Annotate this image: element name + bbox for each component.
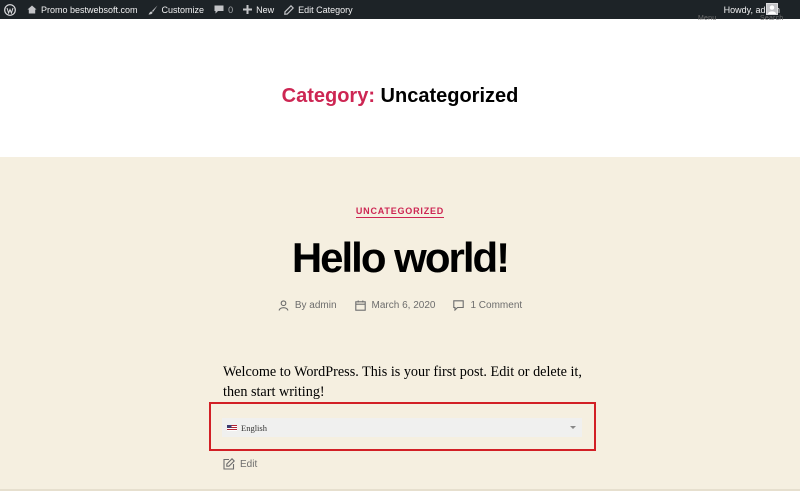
- post-meta: By admin March 6, 2020 1 Comment: [0, 300, 800, 311]
- person-icon: [278, 300, 289, 311]
- post-author[interactable]: By admin: [278, 300, 337, 311]
- avatar-icon[interactable]: [766, 3, 778, 15]
- site-name-label: Promo bestwebsoft.com: [41, 4, 138, 15]
- comments-count: 0: [228, 4, 234, 15]
- post-content: Welcome to WordPress. This is your first…: [223, 364, 582, 400]
- edit-post-link[interactable]: Edit: [223, 458, 257, 470]
- post-comments[interactable]: 1 Comment: [453, 300, 522, 311]
- new-label: New: [256, 4, 275, 15]
- post-author-label: By admin: [294, 300, 337, 311]
- comment-icon: [453, 300, 465, 311]
- comments-link[interactable]: 0: [209, 0, 238, 19]
- archive-title-text: Uncategorized: [380, 85, 519, 107]
- us-flag-icon: [227, 424, 237, 431]
- post-title[interactable]: Hello world!: [0, 234, 800, 282]
- archive-title: Category: Uncategorized: [0, 85, 800, 108]
- edit-label: Edit: [240, 458, 258, 470]
- admin-bar: Promo bestwebsoft.com Customize 0 New Ed…: [0, 0, 800, 19]
- language-selected-label: English: [241, 422, 267, 433]
- language-select[interactable]: English: [222, 418, 582, 437]
- wordpress-logo-icon[interactable]: [0, 0, 22, 19]
- new-content-link[interactable]: New: [238, 0, 279, 19]
- brush-icon: [148, 5, 158, 14]
- comment-bubble-icon: [214, 5, 224, 14]
- search-toggle[interactable]: Search: [760, 15, 783, 22]
- post-date-label: March 6, 2020: [371, 300, 436, 311]
- post-date[interactable]: March 6, 2020: [354, 300, 436, 311]
- edit-category-link[interactable]: Edit Category: [279, 0, 358, 19]
- chevron-down-icon: [570, 426, 576, 429]
- home-icon: [27, 5, 37, 14]
- plus-icon: [243, 5, 253, 14]
- customize-link[interactable]: Customize: [143, 0, 210, 19]
- archive-title-prefix: Category:: [281, 85, 375, 107]
- calendar-icon: [354, 300, 366, 311]
- menu-toggle[interactable]: Menu: [698, 15, 716, 22]
- post-comments-label: 1 Comment: [470, 300, 523, 311]
- pencil-icon: [284, 4, 295, 15]
- customize-label: Customize: [161, 4, 205, 15]
- post-category-link[interactable]: UNCATEGORIZED: [355, 206, 445, 218]
- edit-icon: [223, 458, 235, 470]
- site-name-link[interactable]: Promo bestwebsoft.com: [22, 0, 143, 19]
- post-category: UNCATEGORIZED: [0, 206, 800, 218]
- edit-category-label: Edit Category: [298, 4, 353, 15]
- site-header: Menu Search Category: Uncategorized: [0, 15, 800, 157]
